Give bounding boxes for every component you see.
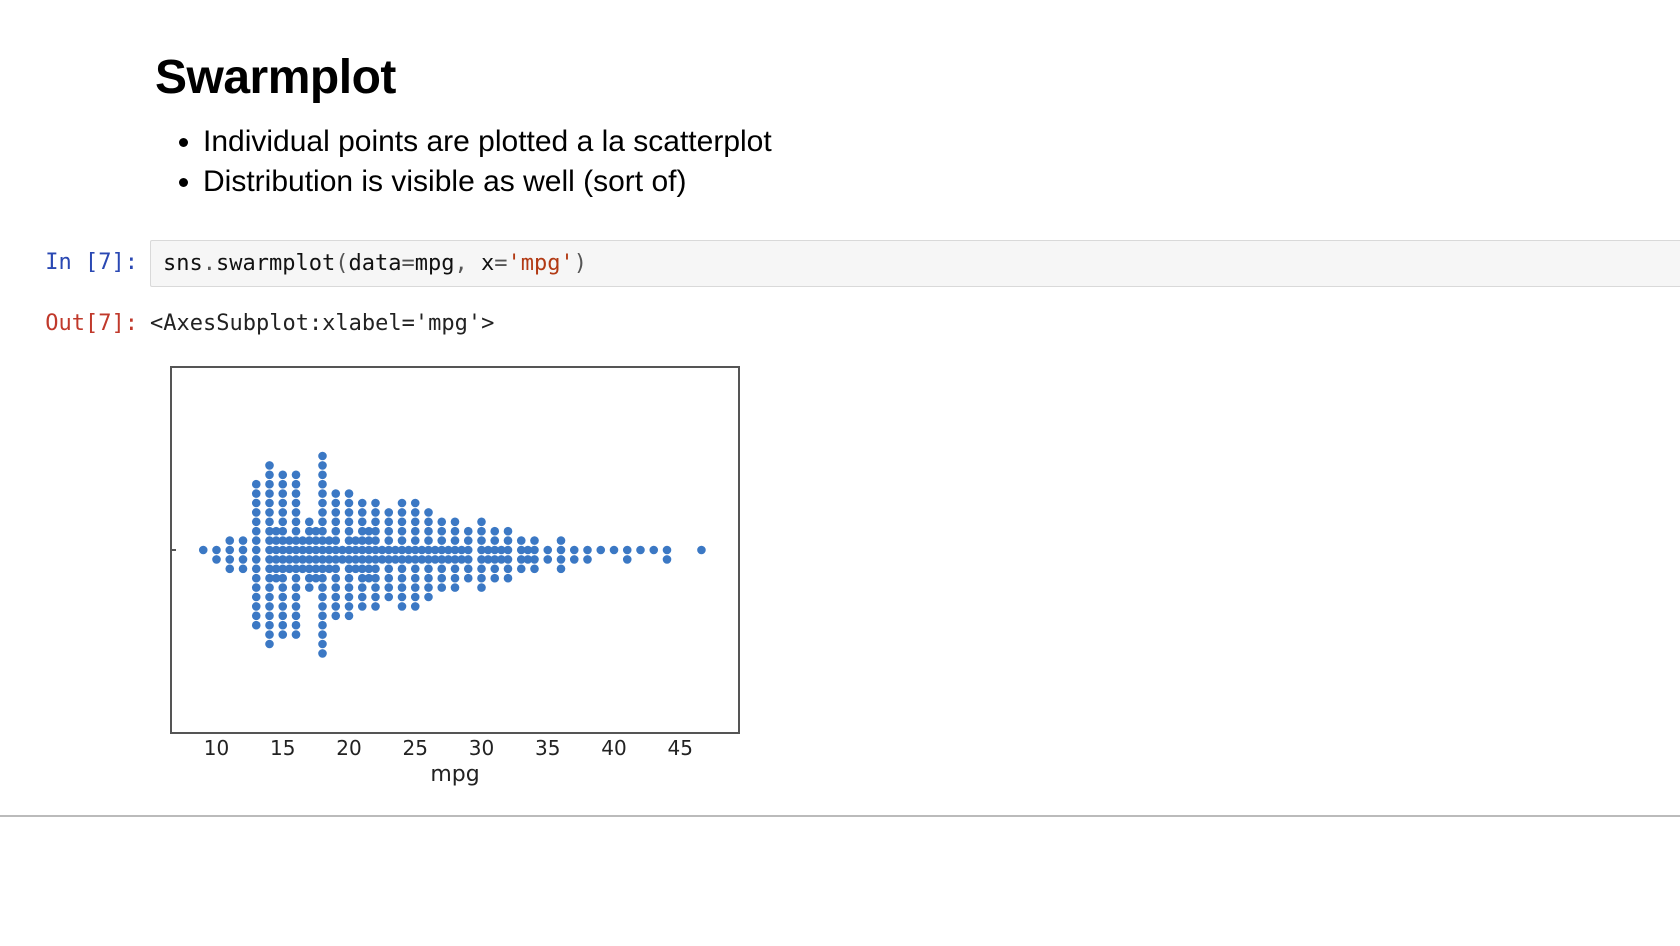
x-tick-label: 10 — [204, 736, 229, 760]
x-tick-label: 30 — [469, 736, 494, 760]
x-tick-label: 20 — [336, 736, 361, 760]
x-axis-label: mpg — [170, 762, 740, 787]
output-text-repr: <AxesSubplot:xlabel='mpg'> — [150, 301, 494, 336]
x-tick-labels: 10 15 20 25 30 35 40 45 — [170, 734, 740, 758]
markdown-cell: Swarmplot Individual points are plotted … — [155, 50, 1640, 200]
plot-output: 10 15 20 25 30 35 40 45 mpg — [170, 366, 1680, 787]
bullet-list: Individual points are plotted a la scatt… — [175, 123, 1640, 200]
x-tick-label: 35 — [535, 736, 560, 760]
x-tick-label: 25 — [403, 736, 428, 760]
output-prompt: Out[7]: — [0, 301, 150, 336]
x-tick-label: 15 — [270, 736, 295, 760]
axes-frame — [170, 366, 740, 734]
input-prompt: In [7]: — [0, 240, 150, 287]
code-input[interactable]: sns.swarmplot(data=mpg, x='mpg') — [150, 240, 1680, 287]
code-cell: In [7]: sns.swarmplot(data=mpg, x='mpg') — [0, 240, 1680, 287]
bullet-item: Individual points are plotted a la scatt… — [203, 123, 1640, 161]
section-heading: Swarmplot — [155, 50, 1640, 105]
swarmplot-svg — [172, 368, 738, 732]
divider — [0, 815, 1680, 817]
x-tick-label: 45 — [668, 736, 693, 760]
x-tick-label: 40 — [601, 736, 626, 760]
output-cell: Out[7]: <AxesSubplot:xlabel='mpg'> — [0, 301, 1680, 336]
notebook: Swarmplot Individual points are plotted … — [0, 0, 1680, 787]
bullet-item: Distribution is visible as well (sort of… — [203, 163, 1640, 201]
